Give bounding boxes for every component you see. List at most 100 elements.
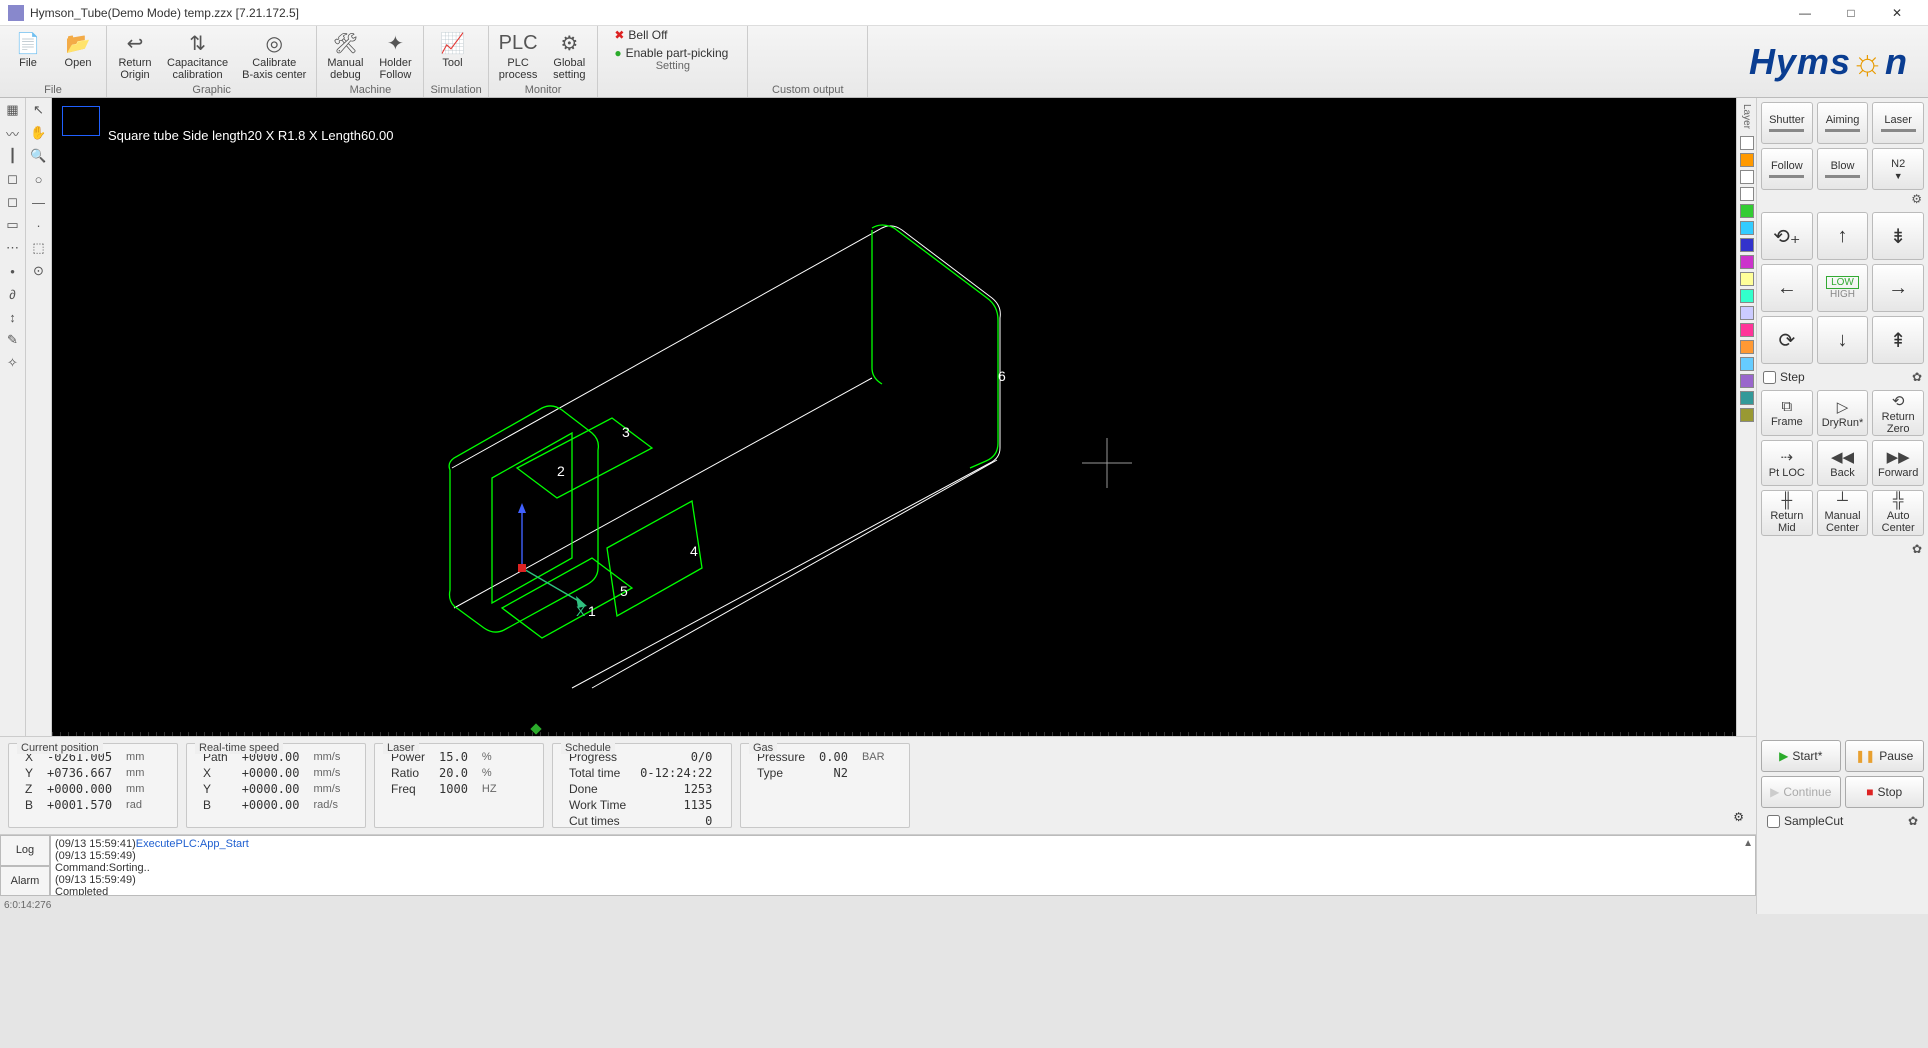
cap-cal-btn-icon: ⇅ bbox=[185, 30, 211, 56]
layer-swatch-6[interactable] bbox=[1740, 238, 1754, 252]
tool1-3[interactable]: ◻ bbox=[3, 169, 23, 189]
bell-off-toggle[interactable]: ✖Bell Off bbox=[614, 28, 731, 42]
log-tab[interactable]: Log bbox=[0, 835, 50, 866]
blow-btn[interactable]: Blow bbox=[1817, 148, 1869, 190]
tool2-2[interactable]: 🔍 bbox=[29, 146, 49, 166]
holder-follow-btn[interactable]: ✦Holder Follow bbox=[373, 28, 417, 84]
tool1-5[interactable]: ▭ bbox=[3, 215, 23, 235]
node-label-6: 6 bbox=[998, 368, 1006, 384]
tool2-1[interactable]: ✋ bbox=[29, 123, 49, 143]
tool2-5[interactable]: · bbox=[29, 215, 49, 235]
ptloc-btn-icon: ⇢ bbox=[1781, 448, 1794, 466]
manualcenter-btn[interactable]: ┴Manual Center bbox=[1817, 490, 1869, 536]
step-gear[interactable]: ✿ bbox=[1912, 370, 1922, 384]
jog-rot-ccw[interactable]: ⟲₊ bbox=[1761, 212, 1813, 260]
jog-left[interactable]: ← bbox=[1761, 264, 1813, 312]
minimize-button[interactable]: — bbox=[1782, 0, 1828, 26]
stop-button[interactable]: ■Stop bbox=[1845, 776, 1925, 808]
cap-cal-btn[interactable]: ⇅Capacitance calibration bbox=[163, 28, 232, 84]
tool2-3[interactable]: ○ bbox=[29, 169, 49, 189]
tool-btn[interactable]: 📈Tool bbox=[430, 28, 474, 84]
layer-swatch-3[interactable] bbox=[1740, 187, 1754, 201]
jog-speed[interactable]: LOWHIGH bbox=[1817, 264, 1869, 312]
returnmid-btn[interactable]: ╫Return Mid bbox=[1761, 490, 1813, 536]
manual-debug-btn[interactable]: 🛠Manual debug bbox=[323, 28, 367, 84]
tool1-10[interactable]: ✎ bbox=[3, 330, 23, 350]
frame-btn[interactable]: ⧉Frame bbox=[1761, 390, 1813, 436]
tool1-0[interactable]: ▦ bbox=[3, 100, 23, 120]
start-button[interactable]: ▶Start* bbox=[1761, 740, 1841, 772]
layer-swatch-14[interactable] bbox=[1740, 374, 1754, 388]
tool1-2[interactable]: ┃ bbox=[3, 146, 23, 166]
laser-btn[interactable]: Laser bbox=[1872, 102, 1924, 144]
follow-btn[interactable]: Follow bbox=[1761, 148, 1813, 190]
ptloc-btn[interactable]: ⇢Pt LOC bbox=[1761, 440, 1813, 486]
samplecut-checkbox[interactable] bbox=[1767, 815, 1780, 828]
holder-follow-btn-icon: ✦ bbox=[382, 30, 408, 56]
file-btn-icon: 📄 bbox=[15, 30, 41, 56]
step-checkbox[interactable] bbox=[1763, 371, 1776, 384]
aiming-btn[interactable]: Aiming bbox=[1817, 102, 1869, 144]
maximize-button[interactable]: □ bbox=[1828, 0, 1874, 26]
layer-swatch-7[interactable] bbox=[1740, 255, 1754, 269]
tool2-4[interactable]: — bbox=[29, 192, 49, 212]
continue-button[interactable]: ▶Continue bbox=[1761, 776, 1841, 808]
layer-swatch-5[interactable] bbox=[1740, 221, 1754, 235]
status-gear[interactable]: ⚙ bbox=[1729, 806, 1748, 828]
tool1-1[interactable]: 〰 bbox=[3, 123, 23, 143]
alarm-tab[interactable]: Alarm bbox=[0, 866, 50, 897]
tool2-7[interactable]: ⊙ bbox=[29, 261, 49, 281]
jog-rot-cw[interactable]: ⟳ bbox=[1761, 316, 1813, 364]
jog-zup[interactable]: ⇞ bbox=[1872, 316, 1924, 364]
returnzero-btn[interactable]: ⟲Return Zero bbox=[1872, 390, 1924, 436]
tool1-7[interactable]: • bbox=[3, 261, 23, 281]
tool2-0[interactable]: ↖ bbox=[29, 100, 49, 120]
open-btn[interactable]: 📂Open bbox=[56, 28, 100, 84]
layer-swatch-15[interactable] bbox=[1740, 391, 1754, 405]
layer-swatch-13[interactable] bbox=[1740, 357, 1754, 371]
tool1-8[interactable]: ∂ bbox=[3, 284, 23, 304]
jog-zdown[interactable]: ⇟ bbox=[1872, 212, 1924, 260]
autocenter-btn[interactable]: ╬Auto Center bbox=[1872, 490, 1924, 536]
log-text[interactable]: ▲ (09/13 15:59:41)ExecutePLC:App_Start(0… bbox=[50, 835, 1756, 896]
global-setting-btn[interactable]: ⚙Global setting bbox=[547, 28, 591, 84]
layer-swatch-4[interactable] bbox=[1740, 204, 1754, 218]
tool1-9[interactable]: ↕ bbox=[3, 307, 23, 327]
jog-up[interactable]: ↑ bbox=[1817, 212, 1869, 260]
layer-swatch-2[interactable] bbox=[1740, 170, 1754, 184]
right-gear-2[interactable]: ✿ bbox=[1912, 542, 1922, 556]
n2-btn[interactable]: N2▼ bbox=[1872, 148, 1924, 190]
pause-button[interactable]: ❚❚Pause bbox=[1845, 740, 1925, 772]
custom-output-label: Custom output bbox=[754, 84, 861, 97]
layer-swatch-8[interactable] bbox=[1740, 272, 1754, 286]
right-gear-1[interactable]: ⚙ bbox=[1911, 192, 1922, 206]
layer-swatch-12[interactable] bbox=[1740, 340, 1754, 354]
layer-swatch-1[interactable] bbox=[1740, 153, 1754, 167]
run-gear[interactable]: ✿ bbox=[1908, 814, 1918, 828]
close-button[interactable]: ✕ bbox=[1874, 0, 1920, 26]
canvas[interactable]: Square tube Side length20 X R1.8 X Lengt… bbox=[52, 98, 1736, 736]
layer-swatch-16[interactable] bbox=[1740, 408, 1754, 422]
back-btn[interactable]: ◀◀Back bbox=[1817, 440, 1869, 486]
tool1-4[interactable]: ◻ bbox=[3, 192, 23, 212]
jog-right[interactable]: → bbox=[1872, 264, 1924, 312]
calib-b-btn[interactable]: ◎Calibrate B-axis center bbox=[238, 28, 310, 84]
laser-btn-label: Laser bbox=[1884, 114, 1912, 126]
part-picking-toggle[interactable]: ●Enable part-picking bbox=[614, 46, 731, 60]
forward-btn[interactable]: ▶▶Forward bbox=[1872, 440, 1924, 486]
shutter-btn[interactable]: Shutter bbox=[1761, 102, 1813, 144]
layer-swatch-9[interactable] bbox=[1740, 289, 1754, 303]
tool1-11[interactable]: ✧ bbox=[3, 353, 23, 373]
returnmid-btn-label: Return Mid bbox=[1770, 510, 1803, 534]
log-scroll-up[interactable]: ▲ bbox=[1743, 838, 1753, 849]
file-btn[interactable]: 📄File bbox=[6, 28, 50, 84]
layer-swatch-0[interactable] bbox=[1740, 136, 1754, 150]
tool2-6[interactable]: ⬚ bbox=[29, 238, 49, 258]
layer-swatch-11[interactable] bbox=[1740, 323, 1754, 337]
jog-down[interactable]: ↓ bbox=[1817, 316, 1869, 364]
plc-process-btn[interactable]: PLCPLC process bbox=[495, 28, 542, 84]
layer-swatch-10[interactable] bbox=[1740, 306, 1754, 320]
dryrun-btn[interactable]: ▷DryRun* bbox=[1817, 390, 1869, 436]
return-origin-btn[interactable]: ↩Return Origin bbox=[113, 28, 157, 84]
tool1-6[interactable]: ⋯ bbox=[3, 238, 23, 258]
